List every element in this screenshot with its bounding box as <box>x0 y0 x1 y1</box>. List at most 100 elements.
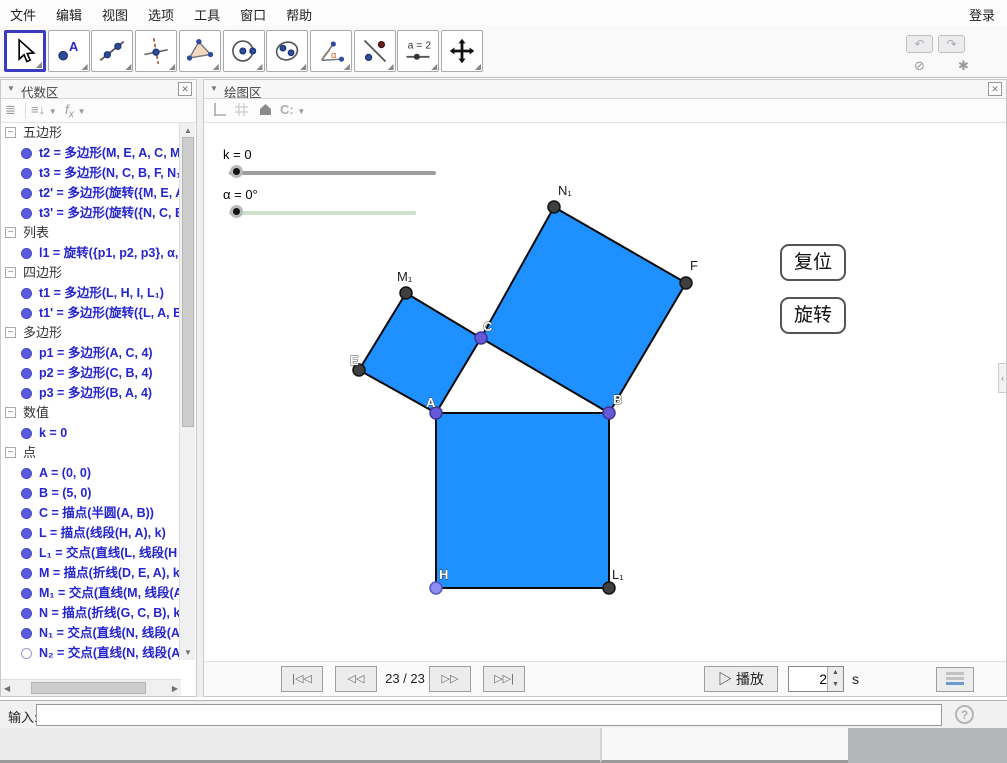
algebra-item-row[interactable]: M₁ = 交点(直线(M, 线段(A <box>1 583 181 603</box>
menu-item-0[interactable]: 文件 <box>0 0 46 29</box>
scrollbar-thumb[interactable] <box>182 137 194 427</box>
visibility-dot[interactable] <box>21 548 32 559</box>
stepper-down-icon[interactable]: ▼ <box>828 679 843 691</box>
panel-collapse-icon[interactable]: ▼ <box>210 84 218 93</box>
collapse-minus-icon[interactable]: − <box>5 227 16 238</box>
scrollbar-thumb[interactable] <box>31 682 146 694</box>
visibility-dot[interactable] <box>21 308 32 319</box>
algebra-item-row[interactable]: t3' = 多边形(旋转({N, C, B <box>1 203 181 223</box>
menu-item-2[interactable]: 视图 <box>92 0 138 29</box>
visibility-dot[interactable] <box>21 288 32 299</box>
visibility-dot[interactable] <box>21 528 32 539</box>
help-icon[interactable]: ⊘ <box>914 58 925 74</box>
point-N1[interactable] <box>548 201 560 213</box>
input-help-icon[interactable]: ? <box>955 705 974 724</box>
algebra-item-row[interactable]: L = 描点(线段(H, A), k) <box>1 523 181 543</box>
visibility-dot[interactable] <box>21 628 32 639</box>
menu-item-3[interactable]: 选项 <box>138 0 184 29</box>
tool-caret-icon[interactable]: ◢ <box>300 63 306 71</box>
graphics-close-icon[interactable]: ✕ <box>988 82 1002 96</box>
algebra-item-row[interactable]: t2' = 多边形(旋转({M, E, A <box>1 183 181 203</box>
aux-objects-icon[interactable]: fx ▼ <box>65 102 86 121</box>
undo-button[interactable]: ↶ <box>906 35 933 53</box>
tool-caret-icon[interactable]: ◢ <box>125 63 131 71</box>
point-tool-button[interactable]: A◢ <box>48 30 90 72</box>
visibility-dot[interactable] <box>21 428 32 439</box>
slider-alpha-track[interactable] <box>229 211 416 215</box>
command-input[interactable] <box>36 704 942 726</box>
visibility-dot[interactable] <box>21 148 32 159</box>
visibility-dot[interactable] <box>21 488 32 499</box>
point-B[interactable] <box>603 407 615 419</box>
collapse-minus-icon[interactable]: − <box>5 327 16 338</box>
point-M1[interactable] <box>400 287 412 299</box>
collapse-minus-icon[interactable]: − <box>5 267 16 278</box>
algebra-item-row[interactable]: L₁ = 交点(直线(L, 线段(H <box>1 543 181 563</box>
visibility-dot[interactable] <box>21 348 32 359</box>
algebra-item-row[interactable]: M = 描点(折线(D, E, A), k) <box>1 563 181 583</box>
algebra-item-row[interactable]: N = 描点(折线(G, C, B), k) <box>1 603 181 623</box>
algebra-item-row[interactable]: t3 = 多边形(N, C, B, F, N₁) <box>1 163 181 183</box>
redo-button[interactable]: ↷ <box>938 35 965 53</box>
play-button[interactable]: ▷ 播放 <box>704 666 778 692</box>
tool-caret-icon[interactable]: ◢ <box>36 61 42 69</box>
menu-item-6[interactable]: 帮助 <box>276 0 322 29</box>
polygon-tool-button[interactable]: ◢ <box>179 30 221 72</box>
sort-objects-icon[interactable]: ≡↓ ▼ <box>31 102 57 117</box>
construction-protocol-button[interactable] <box>936 667 974 692</box>
collapse-minus-icon[interactable]: − <box>5 127 16 138</box>
description-style-icon[interactable]: ≣ <box>5 102 16 118</box>
circle-tool-button[interactable]: ◢ <box>223 30 265 72</box>
slider-k-knob[interactable] <box>230 165 243 178</box>
algebra-vertical-scrollbar[interactable]: ▲ ▼ <box>179 123 195 660</box>
visibility-dot[interactable] <box>21 208 32 219</box>
visibility-dot[interactable] <box>21 388 32 399</box>
algebra-item-row[interactable]: p2 = 多边形(C, B, 4) <box>1 363 181 383</box>
visibility-dot[interactable] <box>21 508 32 519</box>
visibility-dot[interactable] <box>21 368 32 379</box>
conic-tool-button[interactable]: ◢ <box>266 30 308 72</box>
visibility-dot[interactable] <box>21 468 32 479</box>
menu-item-5[interactable]: 窗口 <box>230 0 276 29</box>
show-grid-icon[interactable] <box>234 102 249 120</box>
first-step-button[interactable]: |◁◁ <box>281 666 323 692</box>
algebra-item-row[interactable]: C = 描点(半圆(A, B)) <box>1 503 181 523</box>
tool-caret-icon[interactable]: ◢ <box>82 63 88 71</box>
slider-alpha-knob[interactable] <box>230 205 243 218</box>
sidebar-collapse-handle[interactable]: ‹ <box>998 363 1007 393</box>
tool-caret-icon[interactable]: ◢ <box>344 63 350 71</box>
square-polygon-2[interactable] <box>436 413 609 588</box>
menu-item-1[interactable]: 编辑 <box>46 0 92 29</box>
collapse-minus-icon[interactable]: − <box>5 447 16 458</box>
settings-gear-icon[interactable]: ✱ <box>958 58 969 74</box>
square-polygon-1[interactable] <box>481 207 686 413</box>
tool-caret-icon[interactable]: ◢ <box>213 63 219 71</box>
point-L1[interactable] <box>603 582 615 594</box>
tool-caret-icon[interactable]: ◢ <box>256 63 262 71</box>
reset-button[interactable]: 复位 <box>780 244 846 281</box>
panel-collapse-icon[interactable]: ▼ <box>7 84 15 93</box>
last-step-button[interactable]: ▷▷| <box>483 666 525 692</box>
previous-step-button[interactable]: ◁◁ <box>335 666 377 692</box>
tool-caret-icon[interactable]: ◢ <box>431 63 437 71</box>
algebra-item-row[interactable]: B = (5, 0) <box>1 483 181 503</box>
point-capturing-icon[interactable]: C: ▼ <box>280 102 305 117</box>
show-axes-icon[interactable] <box>212 102 227 120</box>
algebra-item-row[interactable]: l1 = 旋转({p1, p2, p3}, α, <box>1 243 181 263</box>
square-polygon-0[interactable] <box>359 293 481 413</box>
visibility-dot[interactable] <box>21 608 32 619</box>
algebra-item-row[interactable]: t2 = 多边形(M, E, A, C, M₁ <box>1 143 181 163</box>
slider-k-track[interactable] <box>229 171 436 175</box>
slider-tool-button[interactable]: a = 2◢ <box>397 30 439 72</box>
tool-caret-icon[interactable]: ◢ <box>169 63 175 71</box>
visibility-dot[interactable] <box>21 568 32 579</box>
point-F[interactable] <box>680 277 692 289</box>
point-H[interactable] <box>430 582 442 594</box>
algebra-item-row[interactable]: p1 = 多边形(A, C, 4) <box>1 343 181 363</box>
visibility-dot[interactable] <box>21 248 32 259</box>
algebra-item-row[interactable]: t1' = 多边形(旋转({L, A, B <box>1 303 181 323</box>
algebra-horizontal-scrollbar[interactable]: ◀ ▶ <box>1 679 181 696</box>
algebra-item-row[interactable]: t1 = 多边形(L, H, I, L₁) <box>1 283 181 303</box>
visibility-dot[interactable] <box>21 648 32 659</box>
visibility-dot[interactable] <box>21 188 32 199</box>
